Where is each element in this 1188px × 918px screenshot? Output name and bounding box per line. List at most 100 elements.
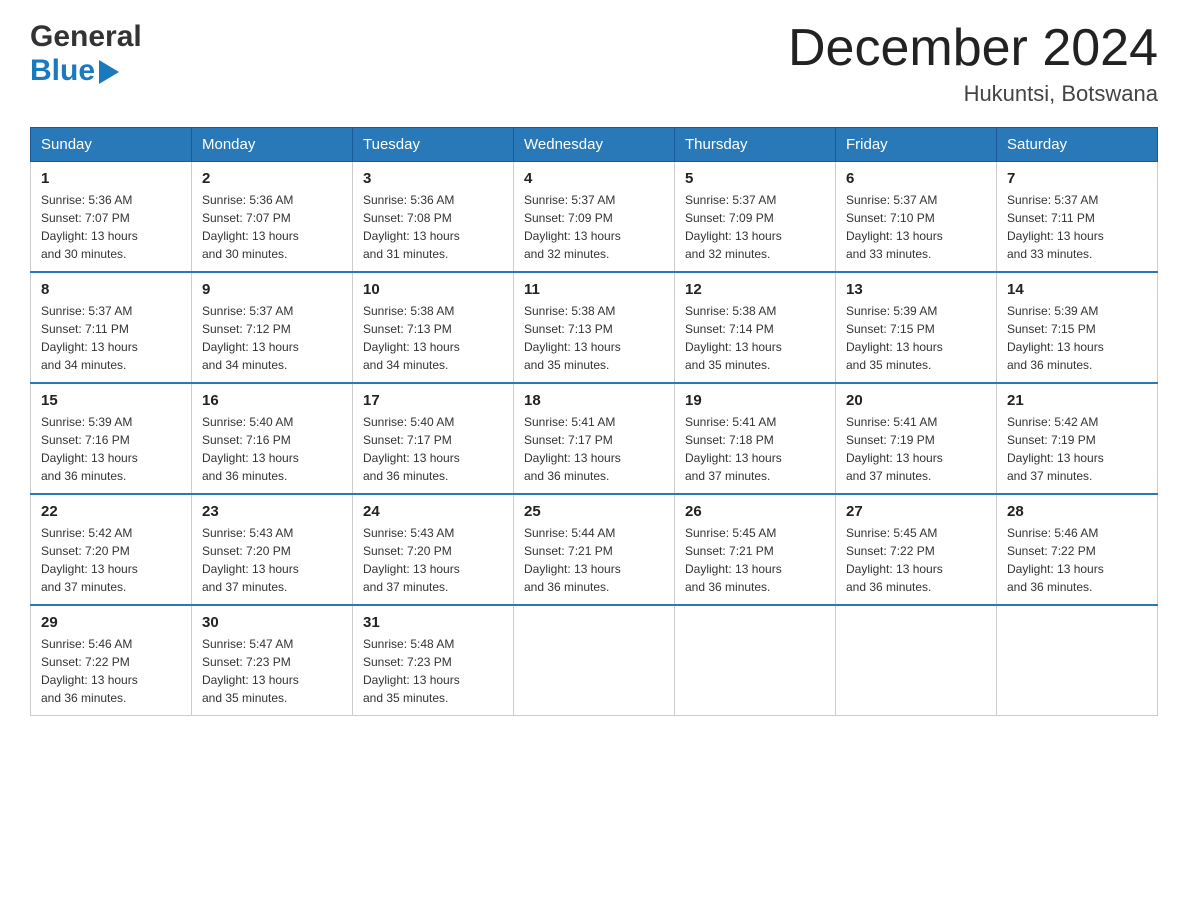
day-info: Sunrise: 5:37 AMSunset: 7:10 PMDaylight:… xyxy=(846,191,986,263)
table-row: 19 Sunrise: 5:41 AMSunset: 7:18 PMDayligh… xyxy=(675,383,836,494)
table-row: 27 Sunrise: 5:45 AMSunset: 7:22 PMDayligh… xyxy=(836,494,997,605)
calendar-header-row: Sunday Monday Tuesday Wednesday Thursday… xyxy=(31,128,1158,162)
calendar-title: December 2024 xyxy=(788,20,1158,77)
table-row: 11 Sunrise: 5:38 AMSunset: 7:13 PMDayligh… xyxy=(514,272,675,383)
table-row: 16 Sunrise: 5:40 AMSunset: 7:16 PMDayligh… xyxy=(192,383,353,494)
day-info: Sunrise: 5:39 AMSunset: 7:15 PMDaylight:… xyxy=(1007,302,1147,374)
day-info: Sunrise: 5:37 AMSunset: 7:09 PMDaylight:… xyxy=(524,191,664,263)
day-number: 5 xyxy=(685,170,825,187)
header-monday: Monday xyxy=(192,128,353,162)
header-sunday: Sunday xyxy=(31,128,192,162)
day-info: Sunrise: 5:37 AMSunset: 7:09 PMDaylight:… xyxy=(685,191,825,263)
day-number: 13 xyxy=(846,281,986,298)
table-row: 2 Sunrise: 5:36 AMSunset: 7:07 PMDaylight… xyxy=(192,162,353,273)
table-row: 6Sunrise: 5:37 AMSunset: 7:10 PMDaylight… xyxy=(836,162,997,273)
day-info: Sunrise: 5:36 AMSunset: 7:07 PMDaylight:… xyxy=(41,191,181,263)
table-row: 25Sunrise: 5:44 AMSunset: 7:21 PMDayligh… xyxy=(514,494,675,605)
logo-general: General xyxy=(30,20,142,54)
calendar-week-row: 15Sunrise: 5:39 AMSunset: 7:16 PMDayligh… xyxy=(31,383,1158,494)
table-row: 13 Sunrise: 5:39 AMSunset: 7:15 PMDayligh… xyxy=(836,272,997,383)
day-info: Sunrise: 5:41 AMSunset: 7:19 PMDaylight:… xyxy=(846,413,986,485)
calendar-table: Sunday Monday Tuesday Wednesday Thursday… xyxy=(30,127,1158,716)
table-row: 31Sunrise: 5:48 AMSunset: 7:23 PMDayligh… xyxy=(353,605,514,716)
day-info: Sunrise: 5:37 AMSunset: 7:11 PMDaylight:… xyxy=(41,302,181,374)
table-row: 21 Sunrise: 5:42 AMSunset: 7:19 PMDayligh… xyxy=(997,383,1158,494)
day-info: Sunrise: 5:39 AMSunset: 7:15 PMDaylight:… xyxy=(846,302,986,374)
day-number: 31 xyxy=(363,614,503,631)
day-info: Sunrise: 5:45 AMSunset: 7:22 PMDaylight:… xyxy=(846,524,986,596)
day-info: Sunrise: 5:41 AMSunset: 7:17 PMDaylight:… xyxy=(524,413,664,485)
day-info: Sunrise: 5:38 AMSunset: 7:13 PMDaylight:… xyxy=(363,302,503,374)
day-number: 28 xyxy=(1007,503,1147,520)
day-info: Sunrise: 5:40 AMSunset: 7:16 PMDaylight:… xyxy=(202,413,342,485)
header-saturday: Saturday xyxy=(997,128,1158,162)
day-info: Sunrise: 5:36 AMSunset: 7:08 PMDaylight:… xyxy=(363,191,503,263)
day-info: Sunrise: 5:36 AMSunset: 7:07 PMDaylight:… xyxy=(202,191,342,263)
table-row: 5 Sunrise: 5:37 AMSunset: 7:09 PMDaylight… xyxy=(675,162,836,273)
day-info: Sunrise: 5:42 AMSunset: 7:19 PMDaylight:… xyxy=(1007,413,1147,485)
header-thursday: Thursday xyxy=(675,128,836,162)
table-row xyxy=(675,605,836,716)
logo: General Blue xyxy=(30,20,142,88)
day-info: Sunrise: 5:39 AMSunset: 7:16 PMDaylight:… xyxy=(41,413,181,485)
day-number: 30 xyxy=(202,614,342,631)
day-number: 23 xyxy=(202,503,342,520)
title-section: December 2024 Hukuntsi, Botswana xyxy=(788,20,1158,107)
day-info: Sunrise: 5:47 AMSunset: 7:23 PMDaylight:… xyxy=(202,635,342,707)
day-number: 12 xyxy=(685,281,825,298)
table-row xyxy=(514,605,675,716)
header-friday: Friday xyxy=(836,128,997,162)
table-row: 17Sunrise: 5:40 AMSunset: 7:17 PMDayligh… xyxy=(353,383,514,494)
day-number: 18 xyxy=(524,392,664,409)
table-row: 14Sunrise: 5:39 AMSunset: 7:15 PMDayligh… xyxy=(997,272,1158,383)
day-number: 24 xyxy=(363,503,503,520)
day-info: Sunrise: 5:46 AMSunset: 7:22 PMDaylight:… xyxy=(1007,524,1147,596)
day-number: 27 xyxy=(846,503,986,520)
day-number: 21 xyxy=(1007,392,1147,409)
logo-blue: Blue xyxy=(30,54,95,88)
logo-arrow-icon xyxy=(99,60,119,84)
day-number: 1 xyxy=(41,170,181,187)
table-row: 3 Sunrise: 5:36 AMSunset: 7:08 PMDaylight… xyxy=(353,162,514,273)
table-row: 4 Sunrise: 5:37 AMSunset: 7:09 PMDaylight… xyxy=(514,162,675,273)
table-row: 22 Sunrise: 5:42 AMSunset: 7:20 PMDayligh… xyxy=(31,494,192,605)
calendar-week-row: 1 Sunrise: 5:36 AMSunset: 7:07 PMDaylight… xyxy=(31,162,1158,273)
day-info: Sunrise: 5:38 AMSunset: 7:13 PMDaylight:… xyxy=(524,302,664,374)
day-number: 25 xyxy=(524,503,664,520)
day-info: Sunrise: 5:42 AMSunset: 7:20 PMDaylight:… xyxy=(41,524,181,596)
page-header: General Blue December 2024 Hukuntsi, Bot… xyxy=(30,20,1158,107)
day-number: 8 xyxy=(41,281,181,298)
day-number: 4 xyxy=(524,170,664,187)
day-number: 3 xyxy=(363,170,503,187)
day-number: 7 xyxy=(1007,170,1147,187)
table-row: 29 Sunrise: 5:46 AMSunset: 7:22 PMDayligh… xyxy=(31,605,192,716)
day-info: Sunrise: 5:43 AMSunset: 7:20 PMDaylight:… xyxy=(363,524,503,596)
day-number: 2 xyxy=(202,170,342,187)
table-row: 15Sunrise: 5:39 AMSunset: 7:16 PMDayligh… xyxy=(31,383,192,494)
day-info: Sunrise: 5:38 AMSunset: 7:14 PMDaylight:… xyxy=(685,302,825,374)
day-info: Sunrise: 5:41 AMSunset: 7:18 PMDaylight:… xyxy=(685,413,825,485)
day-number: 19 xyxy=(685,392,825,409)
table-row: 20 Sunrise: 5:41 AMSunset: 7:19 PMDayligh… xyxy=(836,383,997,494)
day-info: Sunrise: 5:40 AMSunset: 7:17 PMDaylight:… xyxy=(363,413,503,485)
table-row: 10Sunrise: 5:38 AMSunset: 7:13 PMDayligh… xyxy=(353,272,514,383)
day-number: 22 xyxy=(41,503,181,520)
table-row xyxy=(997,605,1158,716)
table-row: 26Sunrise: 5:45 AMSunset: 7:21 PMDayligh… xyxy=(675,494,836,605)
day-number: 16 xyxy=(202,392,342,409)
day-number: 29 xyxy=(41,614,181,631)
table-row xyxy=(836,605,997,716)
day-number: 9 xyxy=(202,281,342,298)
header-tuesday: Tuesday xyxy=(353,128,514,162)
day-number: 11 xyxy=(524,281,664,298)
table-row: 8 Sunrise: 5:37 AMSunset: 7:11 PMDaylight… xyxy=(31,272,192,383)
table-row: 18 Sunrise: 5:41 AMSunset: 7:17 PMDayligh… xyxy=(514,383,675,494)
table-row: 7Sunrise: 5:37 AMSunset: 7:11 PMDaylight… xyxy=(997,162,1158,273)
day-number: 20 xyxy=(846,392,986,409)
day-number: 26 xyxy=(685,503,825,520)
calendar-subtitle: Hukuntsi, Botswana xyxy=(788,81,1158,107)
table-row: 23Sunrise: 5:43 AMSunset: 7:20 PMDayligh… xyxy=(192,494,353,605)
day-info: Sunrise: 5:37 AMSunset: 7:12 PMDaylight:… xyxy=(202,302,342,374)
day-info: Sunrise: 5:46 AMSunset: 7:22 PMDaylight:… xyxy=(41,635,181,707)
table-row: 12 Sunrise: 5:38 AMSunset: 7:14 PMDayligh… xyxy=(675,272,836,383)
